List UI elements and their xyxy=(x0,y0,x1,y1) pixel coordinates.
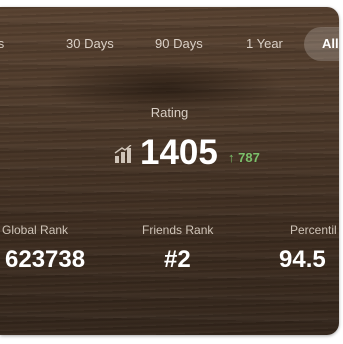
friends-rank-label: Friends Rank xyxy=(142,223,214,237)
trend-bars-icon xyxy=(114,145,132,163)
rating-change: ↑ 787 xyxy=(228,150,260,166)
global-rank-stat: Global Rank 623738 xyxy=(2,222,85,274)
rating-change-value: 787 xyxy=(238,150,260,165)
percentile-label: Percentil xyxy=(290,223,337,237)
friends-rank-value: #2 xyxy=(164,246,191,273)
rating-card: ays 30 Days 90 Days 1 Year All Rating 14… xyxy=(0,7,339,335)
global-rank-label: Global Rank xyxy=(2,223,69,237)
rating-label: Rating xyxy=(150,105,189,120)
friends-rank-stat: Friends Rank #2 xyxy=(142,222,213,274)
period-tabs: ays 30 Days 90 Days 1 Year All xyxy=(0,27,339,61)
percentile-value: 94.5 xyxy=(279,246,326,273)
tab-30-days[interactable]: 30 Days xyxy=(66,27,114,61)
rating-value: 1405 xyxy=(140,133,218,172)
tab-all[interactable]: All xyxy=(304,27,339,61)
tab-1-year[interactable]: 1 Year xyxy=(246,27,283,61)
tab-7-days[interactable]: ays xyxy=(0,27,4,61)
arrow-up-icon: ↑ xyxy=(228,150,235,165)
percentile-stat: Percentil 94.5 xyxy=(279,222,337,274)
tab-90-days[interactable]: 90 Days xyxy=(155,27,203,61)
global-rank-value: 623738 xyxy=(5,246,86,273)
